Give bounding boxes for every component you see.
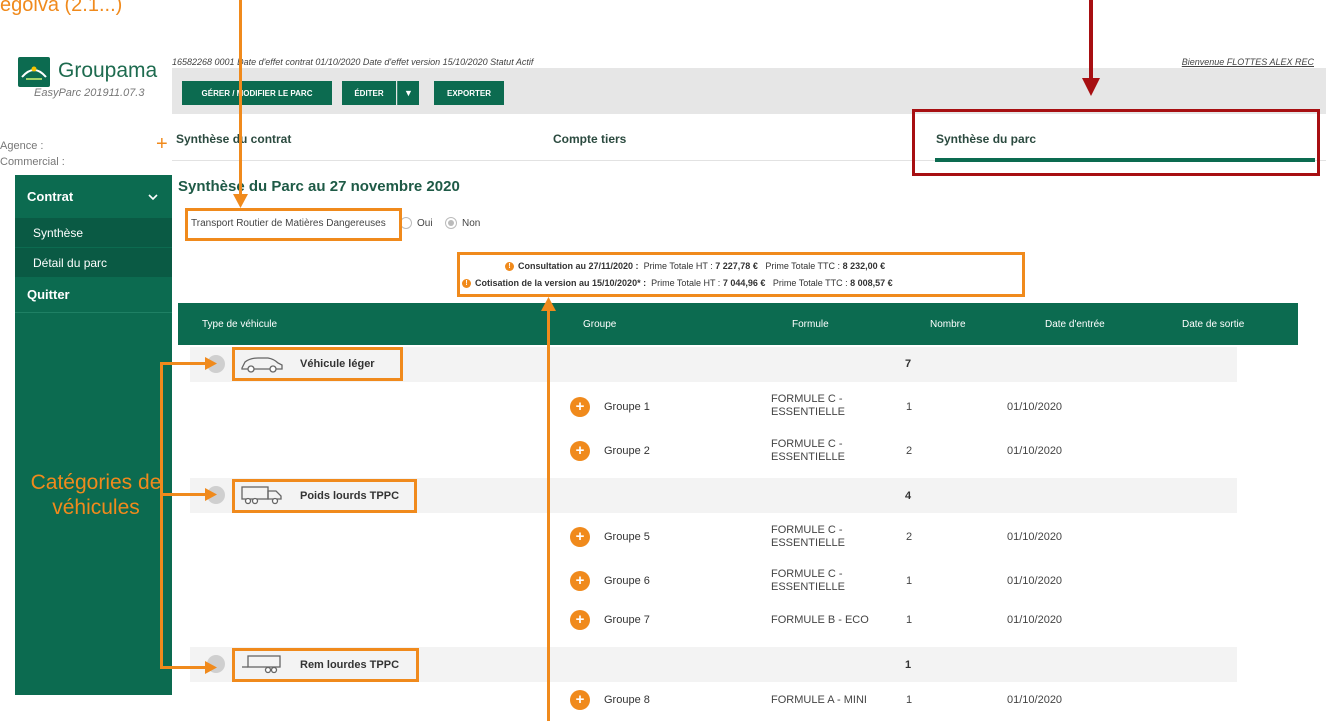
group-expand-button[interactable]: + [570,610,590,630]
group-formula: FORMULE C - ESSENTIELLE [771,393,845,418]
group-formula: FORMULE C - ESSENTIELLE [771,524,845,549]
toolbar: GÉRER / MODIFIER LE PARC ÉDITER ▼ EXPORT… [172,68,1326,114]
chevron-down-icon [148,189,158,204]
sidebar-item-quitter[interactable]: Quitter [15,277,172,313]
exporter-button[interactable]: EXPORTER [434,81,504,105]
annotation-box-primes [457,252,1025,297]
tab-compte-tiers[interactable]: Compte tiers [553,117,626,161]
sidebar: Contrat Synthèse Détail du parc Quitter [15,175,172,695]
highlight-arrow-line [1089,0,1093,80]
group-label: Groupe 2 [604,445,650,457]
page-title: Synthèse du Parc au 27 novembre 2020 [178,178,460,195]
group-formula: FORMULE C - ESSENTIELLE [771,438,845,463]
radio-non-label: Non [462,218,481,229]
agency-info: Agence : Commercial : [0,138,65,170]
highlight-box-active-tab [912,109,1320,176]
welcome-link[interactable]: Bienvenue FLOTTES ALEX REC [1182,57,1314,67]
group-date-entree: 01/10/2020 [1007,401,1063,413]
logo-name: Groupama [58,59,158,82]
category-count: 4 [905,490,912,502]
table-header: Type de véhicule Groupe Formule Nombre D… [178,303,1298,345]
group-date-entree: 01/10/2020 [1007,531,1063,543]
groupama-logo-icon [18,57,50,87]
annotation-box-tmd [185,208,402,241]
group-count: 1 [906,575,913,587]
group-formula: FORMULE B - ECO [771,614,869,626]
annotation-arrow-line [547,310,550,721]
group-label: Groupe 6 [604,575,650,587]
group-label: Groupe 7 [604,614,650,626]
group-count: 2 [906,531,913,543]
group-date-entree: 01/10/2020 [1007,614,1063,626]
annotation-box-category [232,479,417,513]
column-header-date-sortie: Date de sortie [1182,318,1245,330]
group-date-entree: 01/10/2020 [1007,575,1063,587]
annotation-box-category [232,347,403,381]
column-header-formule: Formule [792,318,829,330]
group-date-entree: 01/10/2020 [1007,445,1063,457]
column-header-nombre: Nombre [930,318,966,330]
group-expand-button[interactable]: + [570,441,590,461]
column-header-date-entree: Date d'entrée [1045,318,1105,330]
annotation-arrow-right-icon [205,488,217,506]
group-expand-button[interactable]: + [570,571,590,591]
annotation-arrow-right-icon [205,661,217,679]
group-label: Groupe 8 [604,694,650,706]
sidebar-item-contrat[interactable]: Contrat [15,175,172,217]
sidebar-item-synthese[interactable]: Synthèse [15,217,172,247]
group-count: 1 [906,694,913,706]
editer-dropdown-caret-icon[interactable]: ▼ [397,81,419,105]
group-expand-button[interactable]: + [570,527,590,547]
group-count: 1 [906,401,913,413]
groupama-logo: Groupama EasyParc 201911.07.3 [18,55,168,105]
tab-synthese-contrat[interactable]: Synthèse du contrat [176,117,291,161]
group-label: Groupe 5 [604,531,650,543]
column-header-type: Type de véhicule [202,318,278,330]
group-expand-button[interactable]: + [570,690,590,710]
annotation-arrow-right-icon [205,357,217,375]
commercial-label: Commercial : [0,156,65,168]
group-label: Groupe 1 [604,401,650,413]
group-formula: FORMULE C - ESSENTIELLE [771,568,845,593]
group-count: 2 [906,445,913,457]
app-version: EasyParc 201911.07.3 [34,87,145,99]
category-count: 1 [905,659,912,671]
agency-add-icon[interactable]: + [156,134,168,154]
sidebar-item-detail-parc[interactable]: Détail du parc [15,247,172,277]
agence-label: Agence : [0,140,44,152]
annotation-categories-label: Catégories de véhicules [30,471,162,519]
category-count: 7 [905,358,912,370]
gerer-parc-button[interactable]: GÉRER / MODIFIER LE PARC [182,81,332,105]
group-formula: FORMULE A - MINI [771,694,867,706]
group-date-entree: 01/10/2020 [1007,694,1063,706]
editer-button[interactable]: ÉDITER [342,81,396,105]
group-count: 1 [906,614,913,626]
sidebar-contrat-label: Contrat [27,188,74,204]
radio-oui-label: Oui [417,218,433,229]
column-header-groupe: Groupe [583,318,617,330]
annotation-arrow-line [239,0,242,196]
group-expand-button[interactable]: + [570,397,590,417]
annotation-fragment: égoiva (2.1...) [0,0,123,16]
annotation-box-category [232,648,419,682]
contract-info: 16582268 0001 Date d'effet contrat 01/10… [172,57,534,67]
radio-non[interactable] [445,217,457,229]
highlight-arrow-head-icon [1082,78,1100,101]
